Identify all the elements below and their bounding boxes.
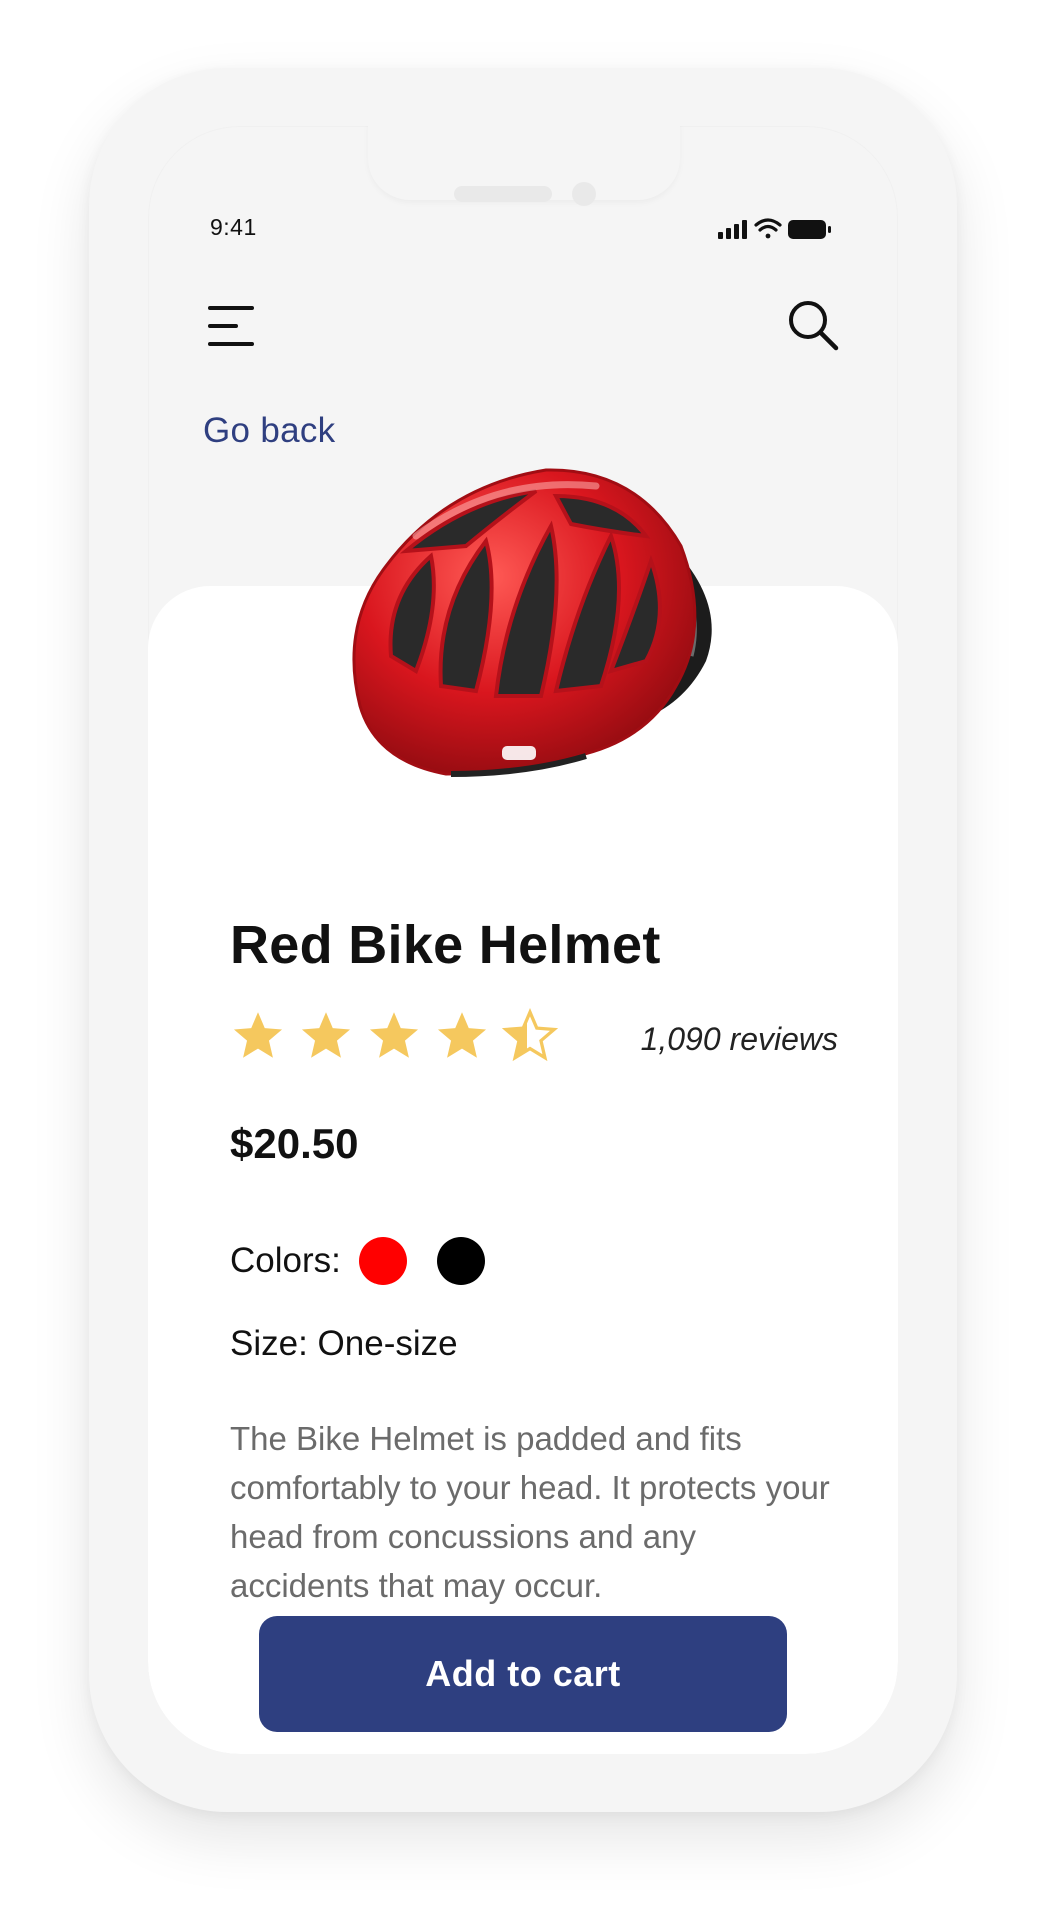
product-title: Red Bike Helmet xyxy=(230,915,661,975)
size-value: : One-size xyxy=(298,1324,458,1363)
battery-icon xyxy=(788,220,831,239)
go-back-link[interactable]: Go back xyxy=(203,411,335,451)
star-icon xyxy=(233,1012,283,1058)
size-label: Size xyxy=(230,1324,299,1363)
star-icon xyxy=(369,1012,419,1058)
front-camera xyxy=(572,182,596,206)
status-icons xyxy=(718,218,831,239)
phone-frame: 9:41 Go back Red Bike Helmet 1,090 revie… xyxy=(89,68,957,1812)
phone-screen: 9:41 Go back Red Bike Helmet 1,090 revie… xyxy=(148,126,898,1754)
product-price: $20.50 xyxy=(230,1120,359,1167)
color-selector: Colors: xyxy=(230,1236,485,1286)
rating-stars xyxy=(233,1010,556,1060)
product-description: The Bike Helmet is padded and fits comfo… xyxy=(230,1420,830,1604)
helmet-image xyxy=(352,468,712,777)
wifi-icon xyxy=(754,218,782,239)
status-time: 9:41 xyxy=(210,214,257,240)
search-icon[interactable] xyxy=(784,296,842,354)
speaker-grille xyxy=(454,186,552,202)
review-count[interactable]: 1,090 reviews xyxy=(641,1021,838,1058)
colors-label: Colors: xyxy=(230,1241,341,1280)
color-swatch-red[interactable] xyxy=(358,1237,407,1285)
star-icon xyxy=(301,1012,351,1058)
menu-icon[interactable] xyxy=(208,304,268,348)
signal-icon xyxy=(718,220,747,239)
star-icon xyxy=(437,1012,487,1058)
color-swatch-black[interactable] xyxy=(436,1237,485,1285)
size-info: Size: One-size xyxy=(230,1324,458,1364)
add-to-cart-button[interactable]: Add to cart xyxy=(259,1616,787,1732)
